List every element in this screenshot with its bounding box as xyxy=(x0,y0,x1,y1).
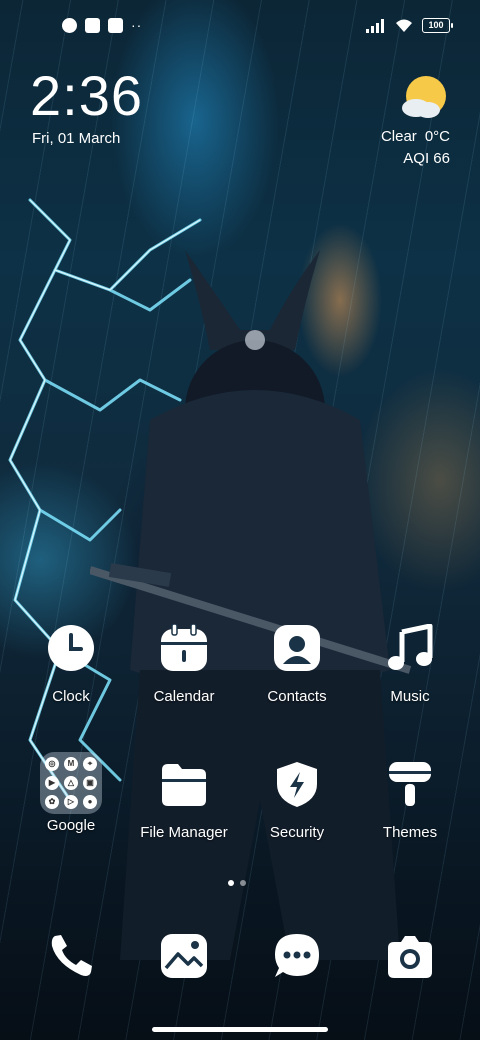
shield-icon xyxy=(273,760,321,808)
google-folder-icon: ◎ M ⌖ ▶ △ ▣ ✿ ▷ ● xyxy=(40,752,102,814)
meet-icon: ▣ xyxy=(83,776,97,790)
app-calendar[interactable]: Calendar xyxy=(129,624,239,705)
gallery-icon xyxy=(160,932,208,980)
app-label: Contacts xyxy=(267,688,327,705)
folder-icon xyxy=(160,760,208,808)
photos-icon: ✿ xyxy=(45,795,59,809)
app-label: Google xyxy=(46,817,96,834)
contacts-icon xyxy=(273,624,321,672)
page-indicator[interactable] xyxy=(228,880,246,886)
system-icons: 100 xyxy=(366,18,453,33)
page-dot xyxy=(240,880,246,886)
app-contacts[interactable]: Contacts xyxy=(242,624,352,705)
clock-time[interactable]: 2:36 xyxy=(30,66,143,126)
app-google-folder[interactable]: ◎ M ⌖ ▶ △ ▣ ✿ ▷ ● Google xyxy=(16,752,126,834)
weather-condition: Clear xyxy=(380,128,417,145)
wallpaper-samurai xyxy=(90,250,412,960)
weather-widget[interactable]: Clear 0°C AQI 66 xyxy=(310,74,450,170)
app-themes[interactable]: Themes xyxy=(355,760,465,841)
more-notifications-icon: ·· xyxy=(131,17,143,33)
themes-icon xyxy=(386,760,434,808)
battery-icon: 100 xyxy=(422,18,453,33)
weather-summary: Clear 0°C xyxy=(373,128,450,145)
app-clock[interactable]: Clock xyxy=(16,624,126,705)
weather-aqi: AQI 66 xyxy=(403,150,450,167)
app-security[interactable]: Security xyxy=(242,760,352,841)
messages-icon xyxy=(273,932,321,980)
notification-icons: ·· xyxy=(62,18,142,33)
youtube-icon: ▶ xyxy=(45,776,59,790)
upload-icon xyxy=(108,18,123,33)
status-bar: ·· 100 xyxy=(0,0,480,56)
maps-icon: ⌖ xyxy=(83,757,97,771)
app-label: Clock xyxy=(52,688,90,705)
app-music[interactable]: Music xyxy=(355,624,465,705)
app-label: Calendar xyxy=(153,688,215,705)
app-file-manager[interactable]: File Manager xyxy=(129,760,239,841)
assistant-icon: ● xyxy=(83,795,97,809)
calendar-icon xyxy=(160,624,208,672)
clock-icon xyxy=(47,624,95,672)
page-dot-active xyxy=(228,880,234,886)
phone-icon xyxy=(47,932,95,980)
notification-app-icon xyxy=(62,18,77,33)
wifi-icon xyxy=(396,19,412,32)
signal-icon xyxy=(366,18,384,33)
app-label: Themes xyxy=(382,824,438,841)
music-icon xyxy=(386,624,434,672)
app-label: File Manager xyxy=(140,824,228,841)
drive-icon: △ xyxy=(64,776,78,790)
dock-gallery[interactable] xyxy=(129,932,239,980)
sun-cloud-icon xyxy=(402,76,446,118)
dock-phone[interactable] xyxy=(16,932,126,980)
clock-date[interactable]: Fri, 01 March xyxy=(32,130,120,147)
app-label: Security xyxy=(269,824,325,841)
gmail-icon: M xyxy=(64,757,78,771)
chrome-icon: ◎ xyxy=(45,757,59,771)
play-store-icon: ▷ xyxy=(64,795,78,809)
home-indicator[interactable] xyxy=(152,1027,328,1032)
weather-temperature: 0°C xyxy=(424,128,450,145)
notification-square-icon xyxy=(85,18,100,33)
dock-messages[interactable] xyxy=(242,932,352,980)
dock-camera[interactable] xyxy=(355,932,465,980)
camera-icon xyxy=(386,932,434,980)
app-label: Music xyxy=(390,688,430,705)
